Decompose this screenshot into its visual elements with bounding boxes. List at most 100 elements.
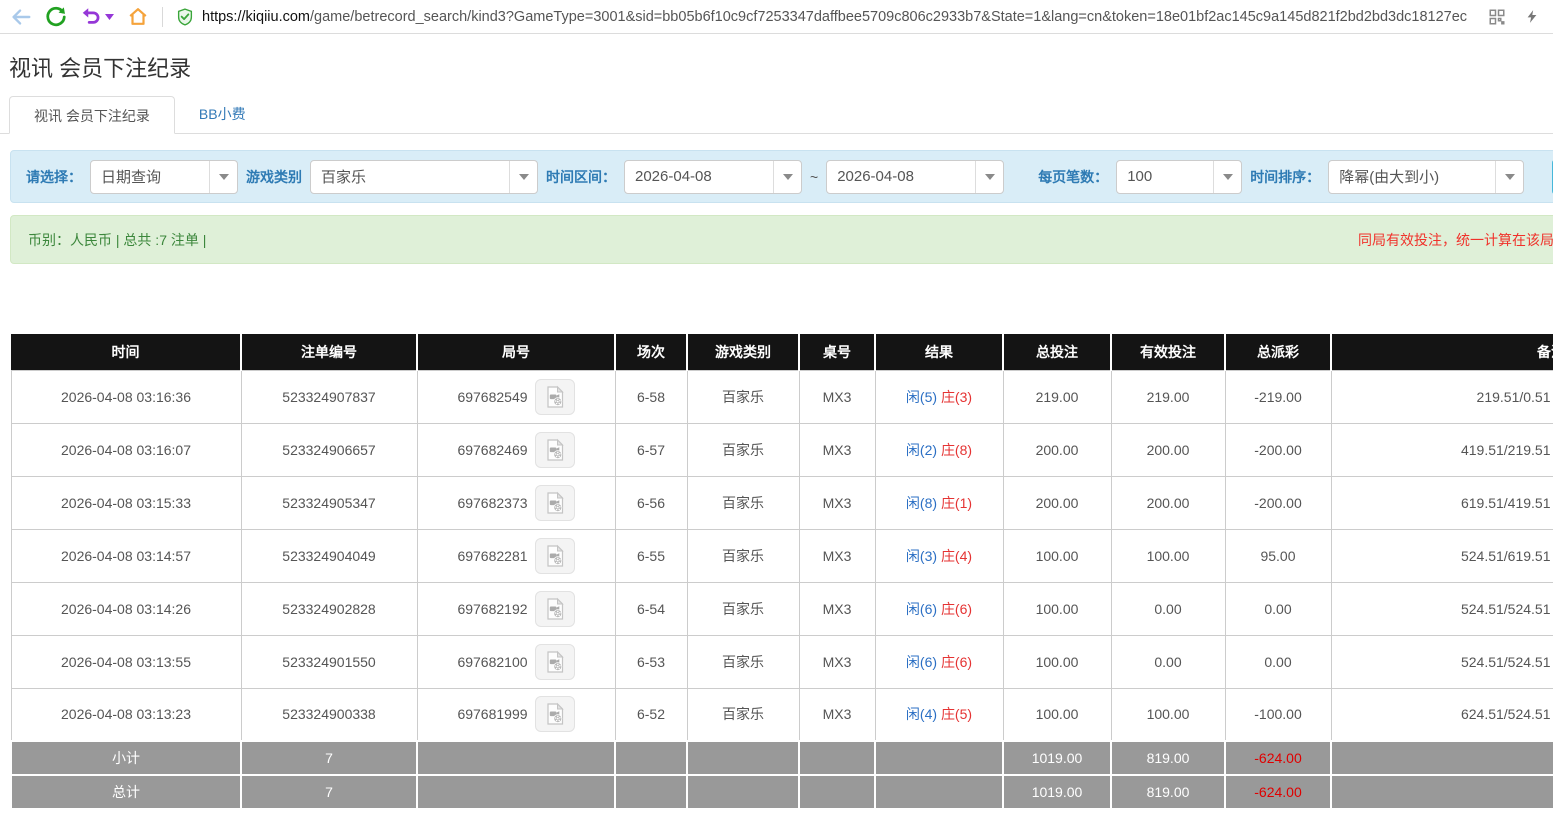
date-from-select[interactable]: 2026-04-08 (624, 160, 802, 194)
video-replay-button[interactable] (535, 644, 575, 680)
sort-label: 时间排序： (1250, 167, 1320, 187)
round-number: 697682549 (457, 389, 527, 405)
video-replay-button[interactable] (535, 696, 575, 732)
filter-bar: 请选择： 日期查询 游戏类别 百家乐 时间区间： 2026-04-08 ~ 20… (10, 150, 1553, 203)
cell-session: 6-58 (615, 370, 687, 423)
chevron-down-icon[interactable] (1495, 161, 1523, 193)
chevron-down-icon[interactable] (975, 161, 1003, 193)
cell-bet-id: 523324900338 (241, 688, 417, 741)
cell-valid-bet: 219.00 (1111, 370, 1225, 423)
header-result: 结果 (875, 334, 1003, 370)
subtotal-total-bet: 1019.00 (1003, 741, 1111, 775)
subtotal-row: 小计 7 1019.00 819.00 -624.00 (11, 741, 1553, 775)
cell-table-no: MX3 (799, 635, 875, 688)
video-file-icon (543, 702, 567, 726)
cell-round: 697682100 (417, 635, 615, 688)
cell-time: 2026-04-08 03:14:26 (11, 582, 241, 635)
header-game-type: 游戏类别 (687, 334, 799, 370)
cell-session: 6-52 (615, 688, 687, 741)
result-player: 闲(6) (906, 601, 937, 617)
url-text[interactable]: https://kiqiiu.com/game/betrecord_search… (202, 9, 1467, 25)
table-row: 2026-04-08 03:14:26 523324902828 6976821… (11, 582, 1553, 635)
query-mode-label: 请选择： (26, 167, 82, 187)
per-page-label: 每页笔数： (1038, 167, 1108, 187)
undo-dropdown[interactable] (80, 6, 114, 28)
qr-code-icon[interactable] (1486, 6, 1508, 28)
cell-total-bet: 100.00 (1003, 582, 1111, 635)
tab-bet-records[interactable]: 视讯 会员下注纪录 (9, 96, 175, 134)
chevron-down-icon[interactable] (209, 161, 237, 193)
refresh-icon[interactable] (45, 6, 67, 28)
cell-table-no: MX3 (799, 370, 875, 423)
cell-payout: 0.00 (1225, 635, 1331, 688)
url-domain: kiqiiu.com (246, 9, 310, 25)
cell-total-bet: 100.00 (1003, 635, 1111, 688)
cell-table-no: MX3 (799, 582, 875, 635)
result-player: 闲(4) (906, 706, 937, 722)
summary-currency-count: 币别：人民币 | 总共 :7 注单 | (28, 230, 206, 250)
subtotal-payout: -624.00 (1225, 741, 1331, 775)
date-to-select[interactable]: 2026-04-08 (826, 160, 1004, 194)
cell-session: 6-53 (615, 635, 687, 688)
game-type-value: 百家乐 (311, 161, 509, 193)
video-replay-button[interactable] (535, 379, 575, 415)
cell-result: 闲(6) 庄(6) (875, 635, 1003, 688)
undo-caret-icon[interactable] (105, 14, 114, 20)
cell-session: 6-57 (615, 423, 687, 476)
browser-toolbar: https://kiqiiu.com/game/betrecord_search… (0, 0, 1553, 34)
cell-time: 2026-04-08 03:14:57 (11, 529, 241, 582)
cell-game-type: 百家乐 (687, 529, 799, 582)
video-replay-button[interactable] (535, 538, 575, 574)
chevron-down-icon[interactable] (773, 161, 801, 193)
cell-valid-bet: 0.00 (1111, 582, 1225, 635)
sort-select[interactable]: 降幂(由大到小) (1328, 160, 1524, 194)
header-valid-bet: 有效投注 (1111, 334, 1225, 370)
query-mode-select[interactable]: 日期查询 (90, 160, 238, 194)
cell-time: 2026-04-08 03:13:23 (11, 688, 241, 741)
cell-session: 6-56 (615, 476, 687, 529)
cell-valid-bet: 200.00 (1111, 476, 1225, 529)
game-type-select[interactable]: 百家乐 (310, 160, 538, 194)
round-number: 697682281 (457, 548, 527, 564)
cell-table-no: MX3 (799, 529, 875, 582)
chevron-down-icon[interactable] (509, 161, 537, 193)
video-replay-button[interactable] (535, 591, 575, 627)
result-player: 闲(6) (906, 654, 937, 670)
video-replay-button[interactable] (535, 485, 575, 521)
lightning-icon[interactable] (1521, 6, 1543, 28)
subtotal-count: 7 (241, 741, 417, 775)
chevron-down-icon[interactable] (1213, 161, 1241, 193)
tab-bb-tip[interactable]: BB小费 (175, 95, 270, 133)
round-number: 697682373 (457, 495, 527, 511)
undo-icon[interactable] (80, 6, 102, 28)
cell-valid-bet: 0.00 (1111, 635, 1225, 688)
cell-game-type: 百家乐 (687, 423, 799, 476)
security-shield-icon[interactable] (176, 7, 194, 27)
video-replay-button[interactable] (535, 432, 575, 468)
video-file-icon (543, 650, 567, 674)
date-range-tilde: ~ (810, 169, 818, 185)
toolbar-divider (162, 7, 163, 27)
table-row: 2026-04-08 03:14:57 523324904049 6976822… (11, 529, 1553, 582)
result-banker: 庄(3) (941, 389, 972, 405)
cell-game-type: 百家乐 (687, 635, 799, 688)
cell-bet-id: 523324906657 (241, 423, 417, 476)
back-icon[interactable] (10, 6, 32, 28)
address-bar[interactable]: https://kiqiiu.com/game/betrecord_search… (176, 7, 1473, 27)
home-icon[interactable] (127, 6, 149, 28)
video-file-icon (543, 491, 567, 515)
result-banker: 庄(1) (941, 495, 972, 511)
per-page-value: 100 (1117, 161, 1213, 193)
header-time: 时间 (11, 334, 241, 370)
cell-remark: 524.51/619.51 (1331, 529, 1553, 582)
video-file-icon (543, 438, 567, 462)
header-session: 场次 (615, 334, 687, 370)
table-row: 2026-04-08 03:15:33 523324905347 6976823… (11, 476, 1553, 529)
header-remark: 备注 (1331, 334, 1553, 370)
game-type-label: 游戏类别 (246, 167, 302, 187)
header-bet-id: 注单编号 (241, 334, 417, 370)
per-page-select[interactable]: 100 (1116, 160, 1242, 194)
cell-round: 697682469 (417, 423, 615, 476)
sort-value: 降幂(由大到小) (1329, 161, 1495, 193)
cell-remark: 419.51/219.51 (1331, 423, 1553, 476)
